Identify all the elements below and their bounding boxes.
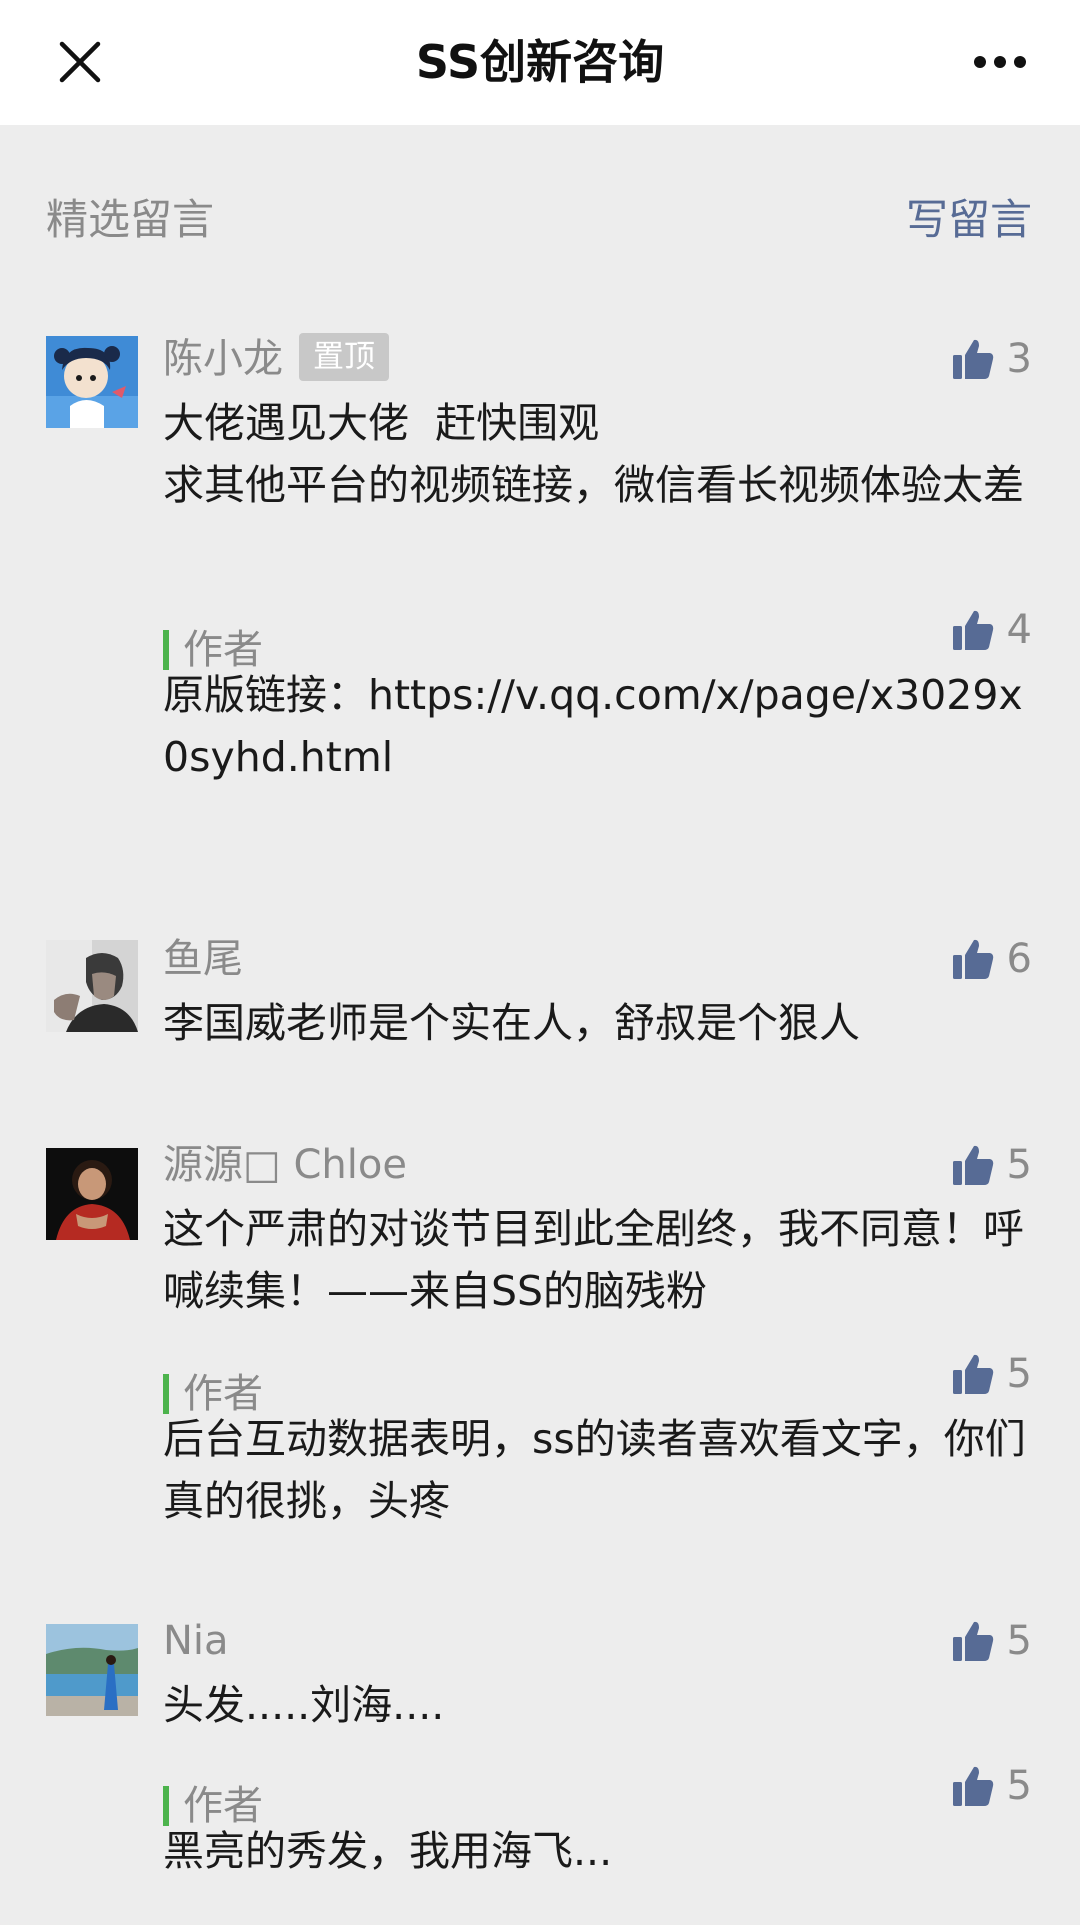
avatar[interactable]	[46, 336, 138, 428]
section-title: 精选留言	[46, 195, 215, 244]
nav-bar: SS创新咨询	[0, 0, 1080, 125]
comment-text: 李国威老师是个实在人，舒叔是个狠人	[163, 999, 860, 1047]
author-reply-text: 后台互动数据表明，ss的读者喜欢看文字，你们真的很挑，头疼	[163, 1415, 1026, 1525]
like-count: 5	[1006, 1618, 1032, 1664]
comment-text: 头发.....刘海....	[163, 1681, 445, 1729]
like-count: 6	[1006, 936, 1032, 982]
thumbs-up-icon	[952, 1145, 993, 1185]
author-reply-text: 黑亮的秀发，我用海飞...	[163, 1827, 613, 1875]
comment-text: 大佬遇见大佬 赶快围观 求其他平台的视频链接，微信看长视频体验太差	[163, 399, 1024, 509]
thumbs-up-icon	[952, 939, 993, 979]
avatar[interactable]	[46, 1148, 138, 1240]
thumbs-up-icon	[952, 1621, 993, 1661]
comment-text: 这个严肃的对谈节目到此全剧终，我不同意！呼喊续集！——来自SS的脑残粉	[163, 1205, 1024, 1315]
write-comment-link[interactable]: 写留言	[906, 192, 1032, 248]
page-title: SS创新咨询	[415, 35, 665, 89]
like-button[interactable]: 6	[951, 932, 1032, 986]
like-button[interactable]: 5	[951, 1759, 1032, 1813]
like-count: 3	[1006, 336, 1032, 382]
comment-author-name[interactable]: 鱼尾	[163, 932, 243, 986]
comment-author-label: 陈小龙	[163, 336, 283, 382]
like-count: 5	[1006, 1763, 1032, 1809]
like-count: 5	[1006, 1351, 1032, 1397]
pinned-badge: 置顶	[299, 333, 389, 381]
like-button[interactable]: 3	[951, 332, 1032, 386]
comment-author-name[interactable]: Nia	[163, 1614, 229, 1668]
like-count: 4	[1006, 607, 1032, 653]
thumbs-up-icon	[952, 1354, 993, 1394]
comment-author-name[interactable]: 源源□ Chloe	[163, 1138, 407, 1192]
author-reply-text: 原版链接：https://v.qq.com/x/page/x3029x0syhd…	[163, 671, 1023, 781]
thumbs-up-icon	[952, 1766, 993, 1806]
comment-author-name[interactable]: 陈小龙 置顶	[163, 332, 389, 386]
like-button[interactable]: 5	[951, 1138, 1032, 1192]
like-count: 5	[1006, 1142, 1032, 1188]
like-button[interactable]: 5	[951, 1347, 1032, 1401]
thumbs-up-icon	[952, 339, 993, 379]
like-button[interactable]: 4	[951, 603, 1032, 657]
more-icon[interactable]	[972, 54, 1028, 70]
like-button[interactable]: 5	[951, 1614, 1032, 1668]
thumbs-up-icon	[952, 610, 993, 650]
avatar[interactable]	[46, 1624, 138, 1716]
avatar[interactable]	[46, 940, 138, 1032]
